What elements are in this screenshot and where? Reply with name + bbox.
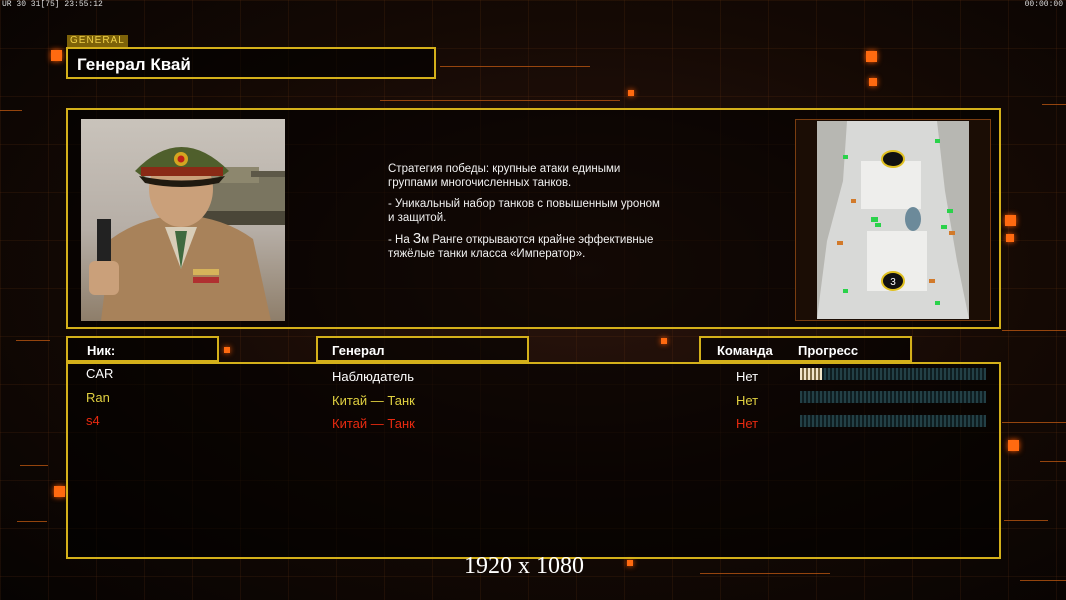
general-tag: GENERAL [67, 35, 128, 47]
player-team: Нет [736, 369, 759, 384]
desc-line-1: Стратегия победы: крупные атаки едиными [388, 163, 621, 175]
general-name-box: Генерал Квай [66, 47, 436, 79]
status-left: UR 30 31[75] 23:55:12 [2, 0, 103, 9]
loading-screen: UR 30 31[75] 23:55:12 00:00:00 GENERAL Г… [0, 0, 1066, 600]
player-team: Нет [736, 393, 759, 408]
general-description: Стратегия победы: крупные атаки едиными … [388, 162, 708, 268]
status-bar: UR 30 31[75] 23:55:12 00:00:00 [0, 0, 1066, 10]
progress-header-label: Прогресс [798, 343, 859, 358]
general-header-label: Генерал [332, 343, 385, 358]
general-name: Генерал Квай [77, 55, 191, 74]
desc-line-3-pre: - На [388, 234, 413, 246]
player-progress-bar [800, 368, 986, 380]
desc-line-3-post: м Ранге открываются крайне эффективные [421, 234, 654, 246]
desc-line-1b: группами многочисленных танков. [388, 177, 572, 189]
nick-header-label: Ник: [87, 343, 116, 358]
player-progress-fill [800, 368, 823, 380]
minimap-frame: 3 [795, 119, 991, 321]
player-team: Нет [736, 416, 759, 431]
team-progress-header: Команда Прогресс [699, 336, 912, 362]
player-progress-bar [800, 415, 986, 427]
player-general: Наблюдатель [332, 369, 415, 384]
general-portrait [81, 119, 285, 321]
players-panel: CAR Наблюдатель Нет Ran Китай — Танк Нет… [66, 362, 1001, 559]
player-general: Китай — Танк [332, 393, 415, 408]
player-nick: CAR [86, 366, 114, 381]
desc-line-3b: тяжёлые танки класса «Император». [388, 248, 586, 260]
general-header: Генерал [316, 336, 529, 362]
player-general: Китай — Танк [332, 416, 415, 431]
resolution-label: 1920 x 1080 [464, 553, 584, 579]
desc-rank-number: 3 [412, 230, 422, 247]
player-progress-bar [800, 391, 986, 403]
minimap-marker-bottom: 3 [890, 277, 896, 288]
clock: 00:00:00 [1024, 0, 1063, 9]
player-nick: Ran [86, 390, 110, 405]
player-nick: s4 [86, 413, 100, 428]
minimap: 3 [817, 121, 969, 319]
nick-header: Ник: [66, 336, 219, 362]
general-info-panel: Стратегия победы: крупные атаки едиными … [66, 108, 1001, 329]
desc-line-2b: и защитой. [388, 212, 447, 224]
desc-line-2: - Уникальный набор танков с повышенным у… [388, 198, 660, 210]
team-header-label: Команда [717, 343, 773, 358]
